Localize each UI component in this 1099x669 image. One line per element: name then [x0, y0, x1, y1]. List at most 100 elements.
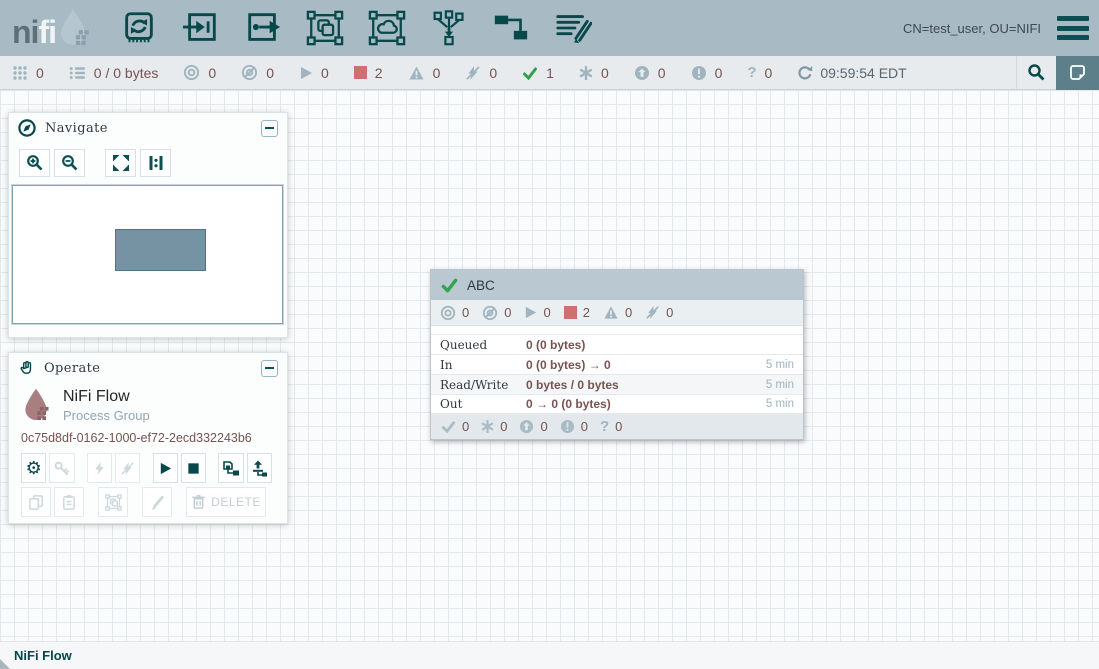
- delete-button: DELETE: [186, 487, 266, 517]
- breadcrumb-root-link[interactable]: NiFi Flow: [14, 648, 72, 663]
- gear-icon: ⚙: [26, 459, 42, 477]
- pg-invalid-count: 0: [603, 305, 632, 320]
- compass-icon: [18, 119, 36, 137]
- change-color-button: [142, 487, 172, 517]
- minimap-process-group-rect[interactable]: [115, 229, 206, 271]
- birdseye-minimap[interactable]: [12, 185, 283, 324]
- nifi-app: nifi: [0, 0, 1099, 669]
- copy-icon: [28, 494, 44, 511]
- input-port-component-icon[interactable]: [182, 8, 220, 48]
- paste-icon: [61, 494, 77, 511]
- disable-button: [115, 453, 140, 483]
- process-group-component-icon[interactable]: [306, 8, 344, 48]
- running-play-icon: [299, 66, 313, 80]
- refresh-icon[interactable]: [797, 65, 813, 81]
- locally-modified-status: 0: [579, 65, 609, 81]
- paste-button: [54, 487, 84, 517]
- process-group-abc[interactable]: ABC 0: [430, 269, 804, 440]
- pg-name: ABC: [467, 278, 495, 293]
- pg-stat-out: Out 0 → 0 (0 bytes) 5 min: [431, 394, 803, 414]
- search-button[interactable]: [1016, 56, 1056, 90]
- upload-template-button[interactable]: [247, 453, 272, 483]
- queued-list-icon: [69, 65, 86, 81]
- stale-up-arrow-icon: [519, 419, 534, 434]
- bolt-icon: [92, 461, 107, 476]
- transmitting-icon: [440, 305, 456, 321]
- running-play-icon: [524, 306, 537, 319]
- zoom-fit-button[interactable]: [105, 149, 136, 177]
- template-component-icon[interactable]: [492, 8, 530, 48]
- exclamation-circle-icon: [560, 419, 575, 434]
- pg-stopped-count: 2: [564, 305, 590, 320]
- pg-running-count: 0: [524, 305, 550, 320]
- up-to-date-check-icon: [441, 419, 456, 434]
- invalid-warning-icon: [603, 305, 619, 320]
- operate-panel: Operate NiFi Flow Proces: [8, 352, 288, 524]
- enable-button: [87, 453, 112, 483]
- stopped-square-icon: [564, 306, 577, 319]
- group-selection-button: [98, 487, 128, 517]
- up-to-date-status: 1: [522, 65, 554, 81]
- transmitting-icon: [183, 64, 200, 81]
- operate-title: Operate: [44, 361, 100, 376]
- zoom-actual-size-button[interactable]: [140, 149, 171, 177]
- question-icon: ?: [747, 65, 756, 80]
- zoom-in-button[interactable]: [19, 149, 50, 177]
- exclamation-circle-icon: [691, 65, 707, 81]
- label-component-icon[interactable]: [554, 8, 592, 48]
- flow-canvas[interactable]: Navigate: [0, 90, 1099, 641]
- access-policies-button: [49, 453, 74, 483]
- remote-process-group-component-icon[interactable]: [368, 8, 406, 48]
- active-threads-icon: [12, 65, 28, 81]
- breadcrumb-resize-handle[interactable]: [0, 659, 10, 669]
- processor-component-icon[interactable]: [120, 8, 158, 48]
- logo-text-fi: fi: [38, 16, 56, 48]
- disabled-bolt-slash-icon: [645, 305, 660, 320]
- disabled-bolt-slash-icon: [465, 65, 481, 81]
- zoom-out-button[interactable]: [54, 149, 85, 177]
- refresh-time: 09:59:54 EDT: [820, 65, 906, 81]
- bolt-slash-icon: [120, 461, 135, 476]
- play-icon: [158, 461, 173, 476]
- pg-stat-read-write: Read/Write 0 bytes / 0 bytes 5 min: [431, 374, 803, 394]
- note-icon: [1069, 64, 1086, 81]
- trash-icon: [191, 494, 206, 510]
- start-button[interactable]: [153, 453, 178, 483]
- stop-square-icon: [186, 461, 201, 476]
- component-toolbar: [120, 8, 592, 48]
- pg-sync-failure-count: ? 0: [600, 419, 622, 434]
- stale-up-arrow-icon: [634, 65, 650, 81]
- locally-modified-asterisk-icon: [579, 66, 593, 80]
- funnel-component-icon[interactable]: [430, 8, 468, 48]
- stop-button[interactable]: [181, 453, 206, 483]
- nifi-logo: nifi: [12, 8, 90, 48]
- invalid-status: 0: [408, 65, 441, 81]
- configure-button[interactable]: ⚙: [21, 453, 46, 483]
- global-menu-button[interactable]: [1057, 16, 1089, 40]
- question-icon: ?: [600, 419, 609, 434]
- stopped-status: 2: [354, 65, 383, 81]
- transmitting-status: 0: [183, 64, 216, 81]
- copy-button: [21, 487, 51, 517]
- selected-component-type: Process Group: [63, 408, 150, 423]
- up-to-date-check-icon: [522, 65, 538, 81]
- breadcrumb-bar: NiFi Flow: [0, 641, 1099, 669]
- navigate-collapse-button[interactable]: [261, 120, 278, 137]
- not-transmitting-icon: [241, 64, 258, 81]
- operate-collapse-button[interactable]: [261, 360, 278, 377]
- pg-disabled-count: 0: [645, 305, 673, 320]
- bulletin-note-button[interactable]: [1056, 56, 1099, 90]
- flow-status-bar: 0 0 / 0 bytes 0: [0, 56, 1099, 90]
- pg-locally-modified-and-stale-count: 0: [560, 419, 588, 434]
- stale-status: 0: [634, 65, 666, 81]
- pg-locally-modified-count: 0: [481, 419, 507, 434]
- last-refresh: 09:59:54 EDT: [797, 65, 906, 81]
- search-icon: [1027, 63, 1046, 82]
- output-port-component-icon[interactable]: [244, 8, 282, 48]
- sync-failure-status: ? 0: [747, 65, 772, 81]
- selected-component-name: NiFi Flow: [63, 388, 150, 406]
- pg-stale-count: 0: [519, 419, 547, 434]
- create-template-button[interactable]: [218, 453, 243, 483]
- key-icon: [53, 460, 70, 477]
- logo-text-ni: ni: [12, 16, 38, 48]
